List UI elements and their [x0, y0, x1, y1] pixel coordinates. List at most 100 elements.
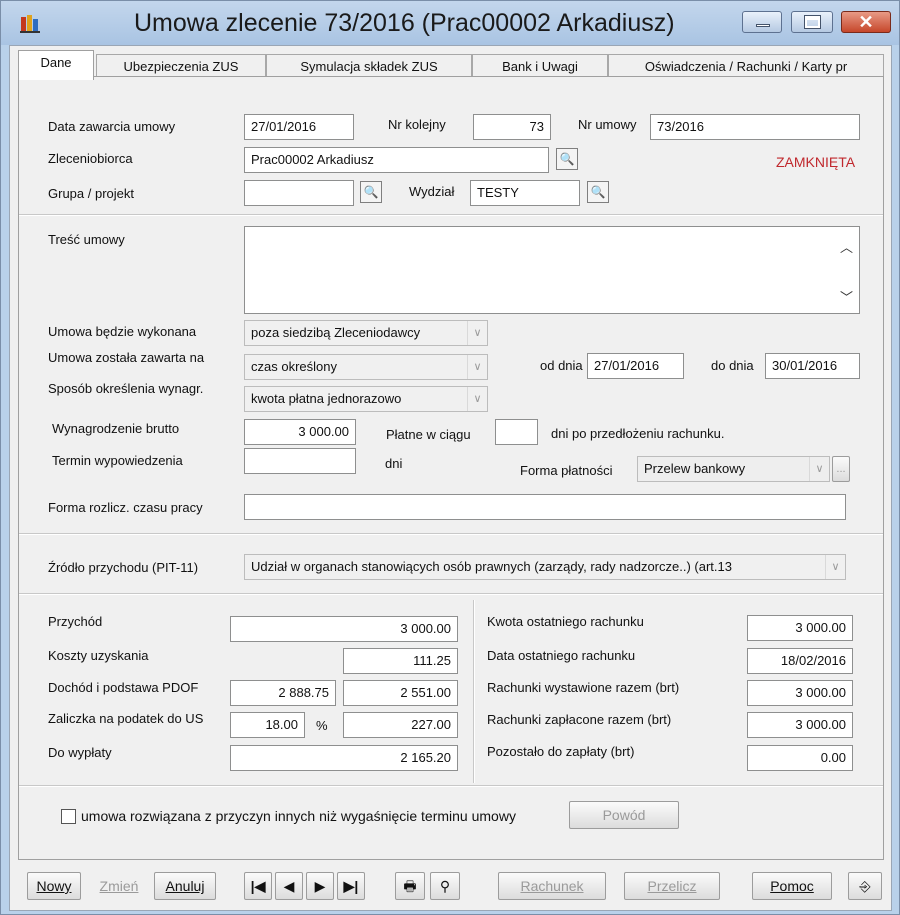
podstawa-field: 2 551.00 [343, 680, 458, 706]
zleceniobiorca-field[interactable]: Prac00002 Arkadiusz [244, 147, 549, 173]
app-icon [20, 15, 40, 33]
zawarta-select[interactable]: czas określony ∨ [244, 354, 488, 380]
pomoc-label: Pomoc [770, 878, 814, 894]
print-button[interactable]: 🖶 [395, 872, 425, 900]
do-dnia-label: do dnia [711, 358, 754, 373]
data-zawarcia-field[interactable]: 27/01/2016 [244, 114, 354, 140]
section-divider [19, 593, 883, 595]
platne-label: Płatne w ciągu [386, 427, 471, 442]
maximize-icon [804, 15, 821, 29]
dochod-label: Dochód i podstawa PDOF [48, 680, 199, 695]
wydzial-picker-button[interactable]: 🔍 [587, 181, 609, 203]
minimize-icon [756, 24, 770, 27]
dochod-field: 2 888.75 [230, 680, 336, 706]
percent-sign: % [316, 718, 328, 733]
picker-icon: 🔍 [559, 152, 575, 166]
nr-umowy-label: Nr umowy [578, 117, 637, 132]
pomoc-button[interactable]: Pomoc [752, 872, 832, 900]
exit-door-icon: ⎆ [859, 878, 871, 894]
prev-record-icon: ◀ [283, 878, 295, 894]
zrodlo-select[interactable]: Udział w organach stanowiących osób praw… [244, 554, 846, 580]
first-record-button[interactable]: |◀ [244, 872, 272, 900]
zrodlo-value: Udział w organach stanowiących osób praw… [251, 559, 732, 574]
zmien-button[interactable]: Zmień [88, 872, 150, 900]
last-record-icon: ▶| [343, 878, 359, 894]
wykonana-select[interactable]: poza siedzibą Zleceniodawcy ∨ [244, 320, 488, 346]
data-rachunku-field: 18/02/2016 [747, 648, 853, 674]
przelicz-label: Przelicz [647, 878, 697, 894]
koszty-field: 111.25 [343, 648, 458, 674]
tresc-textarea[interactable]: ︿ ﹀ [244, 226, 860, 314]
window-title: Umowa zlecenie 73/2016 (Prac00002 Arkadi… [134, 9, 675, 37]
grupa-picker-button[interactable]: 🔍 [360, 181, 382, 203]
do-dnia-field[interactable]: 30/01/2016 [765, 353, 860, 379]
forma-platnosci-more-button[interactable]: ... [832, 456, 850, 482]
forma-platnosci-label: Forma płatności [520, 463, 613, 478]
powod-button[interactable]: Powód [569, 801, 679, 829]
close-button[interactable]: ✕ [841, 11, 891, 33]
zawarta-label: Umowa została zawarta na [48, 350, 205, 365]
title-bar[interactable]: Umowa zlecenie 73/2016 (Prac00002 Arkadi… [1, 1, 899, 45]
platne-field[interactable] [495, 419, 538, 445]
zaliczka-field: 227.00 [343, 712, 458, 738]
wystawione-label: Rachunki wystawione razem (brt) [487, 680, 680, 695]
nr-umowy-field[interactable]: 73/2016 [650, 114, 860, 140]
nr-kolejny-field[interactable]: 73 [473, 114, 551, 140]
column-divider [473, 600, 475, 783]
pozostalo-field: 0.00 [747, 745, 853, 771]
przychod-field: 3 000.00 [230, 616, 458, 642]
wykonana-label: Umowa będzie wykonana [48, 324, 197, 339]
rozwiazana-label[interactable]: umowa rozwiązana z przyczyn innych niż w… [81, 808, 516, 824]
rozwiazana-checkbox[interactable] [61, 809, 76, 824]
wystawione-field: 3 000.00 [747, 680, 853, 706]
od-dnia-field[interactable]: 27/01/2016 [587, 353, 684, 379]
sposob-select[interactable]: kwota płatna jednorazowo ∨ [244, 386, 488, 412]
picker-icon: 🔍 [363, 185, 379, 199]
grupa-field[interactable] [244, 180, 354, 206]
close-icon: ✕ [858, 12, 874, 32]
sposob-label: Sposób określenia wynagr. [48, 381, 204, 396]
picker-icon: 🔍 [590, 185, 606, 199]
nowy-button[interactable]: Nowy [27, 872, 81, 900]
przychod-label: Przychód [48, 614, 103, 629]
rachunek-button[interactable]: Rachunek [498, 872, 606, 900]
dropdown-arrow-icon: ∨ [467, 387, 487, 411]
do-wyplaty-field: 2 165.20 [230, 745, 458, 771]
przelicz-button[interactable]: Przelicz [624, 872, 720, 900]
zaplacone-field: 3 000.00 [747, 712, 853, 738]
koszty-label: Koszty uzyskania [48, 648, 149, 663]
dni-label: dni [385, 456, 403, 471]
first-record-icon: |◀ [250, 878, 266, 894]
pozostalo-label: Pozostało do zapłaty (brt) [487, 744, 635, 759]
print-icon: 🖶 [403, 878, 417, 894]
forma-rozlicz-field[interactable] [244, 494, 846, 520]
prev-record-button[interactable]: ◀ [275, 872, 303, 900]
forma-rozlicz-label: Forma rozlicz. czasu pracy [48, 500, 203, 515]
termin-field[interactable] [244, 448, 356, 474]
dropdown-arrow-icon: ∨ [809, 457, 829, 481]
maximize-button[interactable] [791, 11, 833, 33]
minimize-button[interactable] [742, 11, 782, 33]
scroll-up-icon[interactable]: ︿ [840, 237, 853, 256]
anuluj-button[interactable]: Anuluj [154, 872, 216, 900]
forma-platnosci-select[interactable]: Przelew bankowy ∨ [637, 456, 830, 482]
section-divider [19, 533, 883, 535]
exit-button[interactable]: ⎆ [848, 872, 882, 900]
dropdown-arrow-icon: ∨ [825, 555, 845, 579]
wykonana-value: poza siedzibą Zleceniodawcy [251, 325, 421, 340]
wydzial-label: Wydział [409, 184, 455, 199]
zrodlo-label: Źródło przychodu (PIT-11) [48, 560, 199, 575]
wynagrodzenie-field[interactable]: 3 000.00 [244, 419, 356, 445]
kwota-rachunku-label: Kwota ostatniego rachunku [487, 614, 644, 629]
wydzial-field[interactable]: TESTY [470, 180, 580, 206]
last-record-button[interactable]: ▶| [337, 872, 365, 900]
next-record-button[interactable]: ▶ [306, 872, 334, 900]
dropdown-arrow-icon: ∨ [467, 355, 487, 379]
search-button[interactable]: ⚲ [430, 872, 460, 900]
scroll-down-icon[interactable]: ﹀ [840, 287, 853, 306]
nowy-label: Nowy [36, 878, 72, 894]
next-record-icon: ▶ [314, 878, 326, 894]
od-dnia-label: od dnia [540, 358, 583, 373]
tab-dane[interactable]: Dane [18, 50, 94, 80]
zleceniobiorca-picker-button[interactable]: 🔍 [556, 148, 578, 170]
